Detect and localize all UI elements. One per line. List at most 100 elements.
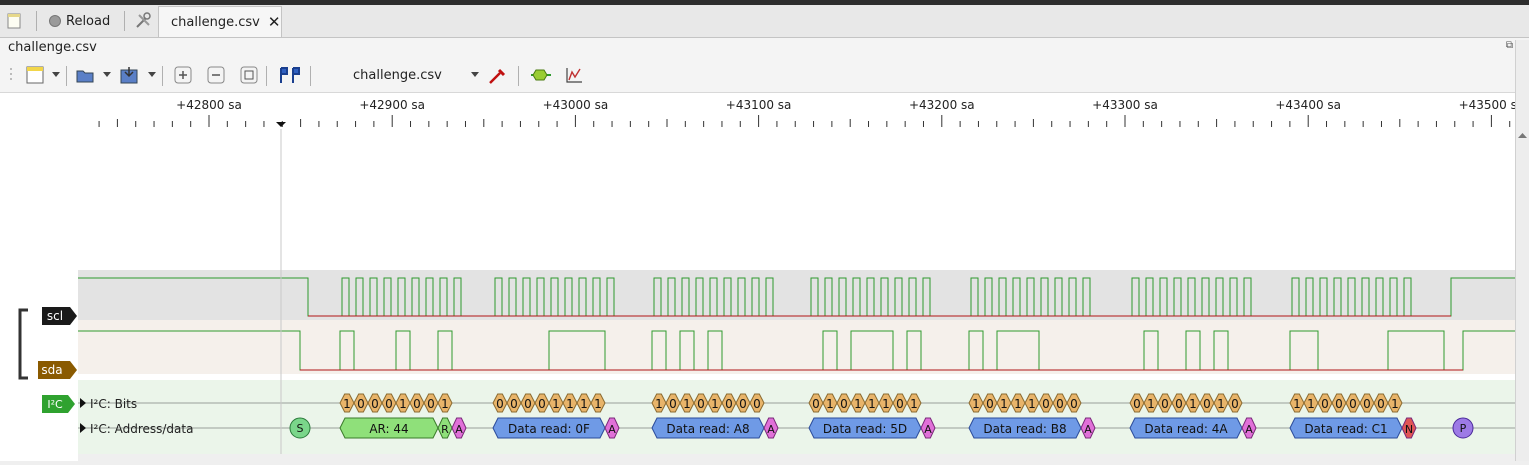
svg-text:I²C: I²C xyxy=(47,398,63,411)
ack-label: A xyxy=(1084,423,1092,436)
scroll-up-icon[interactable] xyxy=(1516,130,1529,140)
bit-value: 0 xyxy=(896,397,904,411)
bit-value: 0 xyxy=(669,397,677,411)
svg-text:I²C: Bits: I²C: Bits xyxy=(90,397,137,411)
new-view-icon[interactable] xyxy=(26,66,44,84)
bit-value: 0 xyxy=(1203,397,1211,411)
tools-icon xyxy=(136,12,151,28)
svg-text:I²C: Address/data: I²C: Address/data xyxy=(90,422,193,436)
bit-value: 0 xyxy=(1321,397,1329,411)
toolbar-separator xyxy=(266,66,267,86)
bit-value: 1 xyxy=(711,397,719,411)
cursors-icon[interactable] xyxy=(278,66,302,84)
bit-value: 1 xyxy=(826,397,834,411)
bit-value: 0 xyxy=(371,397,379,411)
new-view-dropdown-icon[interactable] xyxy=(52,72,60,77)
zoom-fit-icon[interactable] xyxy=(240,66,258,84)
open-folder-icon[interactable] xyxy=(76,66,94,84)
bit-value: 1 xyxy=(854,397,862,411)
bit-value: 0 xyxy=(413,397,421,411)
bit-value: 1 xyxy=(566,397,574,411)
ruler-label: +42800 sa xyxy=(176,98,242,112)
ack-label: A xyxy=(1245,423,1253,436)
tab-separator xyxy=(124,11,125,31)
bit-value: 0 xyxy=(840,397,848,411)
cursor-marker-icon[interactable] xyxy=(276,122,286,127)
start-label: S xyxy=(297,422,304,435)
channel-sda-label[interactable]: sda xyxy=(38,361,77,379)
bit-value: 0 xyxy=(538,397,546,411)
toolbar-separator xyxy=(66,66,67,86)
math-icon[interactable] xyxy=(565,66,583,84)
ack-label: N xyxy=(1405,423,1413,436)
bit-value: 0 xyxy=(725,397,733,411)
bit-value: 0 xyxy=(1377,397,1385,411)
bit-value: 0 xyxy=(385,397,393,411)
device-dropdown-icon[interactable] xyxy=(471,72,479,77)
sda-lane xyxy=(78,320,1516,374)
open-dropdown-icon[interactable] xyxy=(103,72,111,77)
bit-value: 0 xyxy=(524,397,532,411)
bit-value: 1 xyxy=(1293,397,1301,411)
time-ruler[interactable]: +42800 sa +42900 sa +43000 sa +43100 sa +432… xyxy=(0,93,1529,129)
bit-value: 1 xyxy=(972,397,980,411)
settings-button[interactable] xyxy=(134,7,152,35)
bit-value: 1 xyxy=(343,397,351,411)
svg-text:sda: sda xyxy=(41,363,62,377)
bit-value: 0 xyxy=(1070,397,1078,411)
tab-separator xyxy=(36,11,37,31)
data-label: Data read: 4A xyxy=(1144,422,1228,436)
trace-view[interactable]: I²C: Bits I²C: Address/data 1 0 0 0 1 0 0 1 AR: … xyxy=(78,129,1516,454)
data-label: Data read: 0F xyxy=(508,422,590,436)
bit-value: 0 xyxy=(510,397,518,411)
stop-label: P xyxy=(1460,422,1467,435)
address-label: AR: 44 xyxy=(369,422,408,436)
save-icon[interactable] xyxy=(120,66,138,84)
ack-label: A xyxy=(455,423,463,436)
main-toolbar: challenge.csv xyxy=(0,58,1529,93)
toolbar-separator xyxy=(310,66,311,86)
bit-value: 0 xyxy=(697,397,705,411)
ruler-label: +42900 sa xyxy=(359,98,425,112)
bit-value: 0 xyxy=(496,397,504,411)
toolbar-grip-icon xyxy=(10,68,12,80)
bit-value: 1 xyxy=(1000,397,1008,411)
session-title: challenge.csv xyxy=(8,40,97,55)
channel-header-panel: scl sda I²C xyxy=(0,129,78,461)
bit-value: 1 xyxy=(1189,397,1197,411)
decoder-i2c-badge[interactable]: I²C xyxy=(42,395,75,413)
tab-label: challenge.csv xyxy=(171,14,260,30)
session-title-row: challenge.csv ⧉ ⊠ xyxy=(0,38,1529,58)
svg-text:scl: scl xyxy=(47,309,63,323)
bit-value: 0 xyxy=(1175,397,1183,411)
reload-button[interactable]: Reload xyxy=(48,7,110,35)
ruler-label: +43100 sa xyxy=(726,98,792,112)
decoder-icon[interactable] xyxy=(530,66,552,84)
bit-value: 0 xyxy=(1042,397,1050,411)
device-selector[interactable]: challenge.csv xyxy=(353,68,442,83)
bit-value: 1 xyxy=(399,397,407,411)
save-dropdown-icon[interactable] xyxy=(148,72,156,77)
new-view-button[interactable] xyxy=(6,7,22,35)
vertical-scrollbar[interactable] xyxy=(1515,40,1529,461)
trace-canvas: I²C: Bits I²C: Address/data 1 0 0 0 1 0 0 1AR: … xyxy=(78,129,1516,454)
bit-value: 0 xyxy=(1363,397,1371,411)
bit-value: 0 xyxy=(1335,397,1343,411)
bit-value: 0 xyxy=(357,397,365,411)
tab-bar: Reload challenge.csv ✕ xyxy=(0,5,1529,38)
zoom-in-icon[interactable] xyxy=(174,66,192,84)
float-panel-icon[interactable]: ⧉ xyxy=(1506,40,1513,51)
bit-value: 0 xyxy=(427,397,435,411)
zoom-out-icon[interactable] xyxy=(207,66,225,84)
ruler-canvas: +42800 sa +42900 sa +43000 sa +43100 sa +432… xyxy=(98,98,1524,127)
ack-label: A xyxy=(767,423,775,436)
ruler-label: +43300 sa xyxy=(1092,98,1158,112)
ruler-label: +43000 sa xyxy=(543,98,609,112)
tab-challenge-csv[interactable]: challenge.csv ✕ xyxy=(158,6,282,37)
close-tab-icon[interactable]: ✕ xyxy=(268,13,281,31)
bit-value: 1 xyxy=(1147,397,1155,411)
toolbar-separator xyxy=(518,66,519,86)
channel-scl-label[interactable]: scl xyxy=(42,307,77,325)
probe-icon[interactable] xyxy=(488,66,506,84)
bit-value: 1 xyxy=(1307,397,1315,411)
